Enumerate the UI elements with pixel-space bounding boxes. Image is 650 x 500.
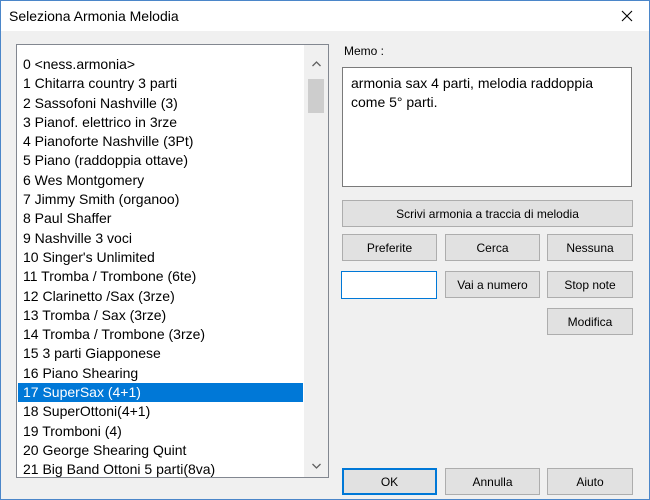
list-item[interactable]: 0 <ness.armonia> [18,55,303,74]
goto-number-button[interactable]: Vai a numero [445,271,540,298]
list-item[interactable]: 7 Jimmy Smith (organoo) [18,190,303,209]
list-scrollbar[interactable] [304,45,328,477]
title-bar: Seleziona Armonia Melodia [1,1,649,31]
write-harmony-button[interactable]: Scrivi armonia a traccia di melodia [342,200,633,227]
window-title: Seleziona Armonia Melodia [9,8,179,24]
list-item[interactable]: 11 Tromba / Trombone (6te) [18,267,303,286]
ok-button[interactable]: OK [342,468,437,495]
close-button[interactable] [605,1,649,31]
list-item[interactable]: 20 George Shearing Quint [18,441,303,460]
list-item[interactable]: 2 Sassofoni Nashville (3) [18,94,303,113]
list-item[interactable]: 15 3 parti Giapponese [18,344,303,363]
list-item[interactable]: 14 Tromba / Trombone (3rze) [18,325,303,344]
cancel-button[interactable]: Annulla [445,468,540,495]
favorites-button[interactable]: Preferite [342,234,437,261]
scroll-down-button[interactable] [304,455,328,477]
list-item[interactable]: 8 Paul Shaffer [18,209,303,228]
help-button[interactable]: Aiuto [547,468,633,495]
scroll-up-button[interactable] [304,53,328,75]
list-item[interactable]: 1 Chitarra country 3 parti [18,74,303,93]
stop-notes-button[interactable]: Stop note [547,271,633,298]
list-item[interactable]: 18 SuperOttoni(4+1) [18,402,303,421]
memo-textbox[interactable]: armonia sax 4 parti, melodia raddoppia c… [342,67,632,187]
list-item[interactable]: 3 Pianof. elettrico in 3rze [18,113,303,132]
list-item[interactable]: 19 Tromboni (4) [18,422,303,441]
chevron-down-icon [311,463,321,469]
scroll-thumb[interactable] [308,79,324,113]
chevron-up-icon [311,61,321,67]
list-item[interactable]: 16 Piano Shearing [18,364,303,383]
search-button[interactable]: Cerca [445,234,540,261]
close-icon [621,10,633,22]
list-item[interactable]: 10 Singer's Unlimited [18,248,303,267]
list-item[interactable]: 9 Nashville 3 voci [18,229,303,248]
memo-label: Memo : [344,44,385,58]
list-item[interactable]: 21 Big Band Ottoni 5 parti(8va) [18,460,303,477]
list-item[interactable]: 6 Wes Montgomery [18,171,303,190]
number-input[interactable] [341,271,437,299]
harmony-list: 0 <ness.armonia> 1 Chitarra country 3 par… [18,55,303,477]
edit-button[interactable]: Modifica [547,308,633,335]
dialog-window: Seleziona Armonia Melodia 0 <ness.armoni… [0,0,650,500]
list-item[interactable]: 5 Piano (raddoppia ottave) [18,151,303,170]
dialog-content: 0 <ness.armonia> 1 Chitarra country 3 par… [1,31,649,499]
list-item[interactable]: 12 Clarinetto /Sax (3rze) [18,287,303,306]
list-item[interactable]: 4 Pianoforte Nashville (3Pt) [18,132,303,151]
list-item[interactable]: 13 Tromba / Sax (3rze) [18,306,303,325]
list-item[interactable]: 17 SuperSax (4+1) [18,383,303,403]
harmony-listbox[interactable]: 0 <ness.armonia> 1 Chitarra country 3 par… [16,44,329,478]
none-button[interactable]: Nessuna [547,234,633,261]
